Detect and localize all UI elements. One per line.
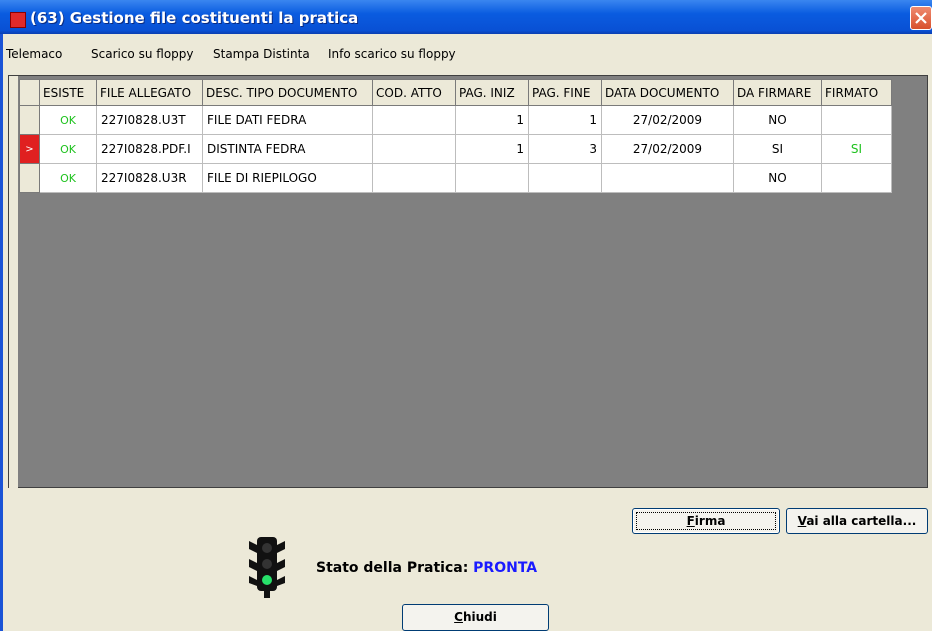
cell-da-firmare[interactable]: NO [733,105,822,135]
cell-esiste[interactable]: OK [39,105,97,135]
title-bar[interactable]: (63) Gestione file costituenti la pratic… [0,0,932,34]
window-title: (63) Gestione file costituenti la pratic… [30,9,359,27]
vai-alla-cartella-button[interactable]: Vai alla cartella... [786,508,928,534]
cell-data[interactable]: 27/02/2009 [601,105,734,135]
cell-desc[interactable]: DISTINTA FEDRA [202,134,373,164]
traffic-light-icon [249,537,285,598]
col-firmato[interactable]: FIRMATO [821,79,892,106]
cell-cod[interactable] [372,163,456,193]
files-grid[interactable]: ESISTE FILE ALLEGATO DESC. TIPO DOCUMENT… [8,75,928,488]
vai-label: ai alla cartella... [806,514,917,528]
files-table[interactable]: ESISTE FILE ALLEGATO DESC. TIPO DOCUMENT… [19,79,892,193]
col-desc-tipo[interactable]: DESC. TIPO DOCUMENTO [202,79,373,106]
grid-gutter [9,76,18,488]
cell-desc[interactable]: FILE DATI FEDRA [202,105,373,135]
chiudi-mnemonic: C [454,610,463,624]
col-pag-fine[interactable]: PAG. FINE [528,79,602,106]
header-indicator [19,79,40,106]
table-header: ESISTE FILE ALLEGATO DESC. TIPO DOCUMENT… [19,79,892,106]
table-row[interactable]: > OK 227I0828.PDF.I DISTINTA FEDRA 1 3 2… [19,134,892,164]
status-value: PRONTA [473,560,538,576]
menu-info-scarico[interactable]: Info scarico su floppy [328,47,456,61]
cell-pag-fine[interactable] [528,163,602,193]
menu-bar: Telemaco Scarico su floppy Stampa Distin… [0,44,932,64]
cell-cod[interactable] [372,134,456,164]
status-label: Stato della Pratica: [316,560,469,576]
cell-data[interactable] [601,163,734,193]
table-row[interactable]: OK 227I0828.U3T FILE DATI FEDRA 1 1 27/0… [19,105,892,135]
cell-pag-iniz[interactable] [455,163,529,193]
chiudi-label: hiudi [462,610,497,624]
row-indicator [19,163,40,193]
cell-firmato[interactable] [821,163,892,193]
close-button[interactable] [910,6,932,30]
col-cod-atto[interactable]: COD. ATTO [372,79,456,106]
cell-firmato[interactable] [821,105,892,135]
menu-scarico-floppy[interactable]: Scarico su floppy [91,47,194,61]
menu-telemaco[interactable]: Telemaco [6,47,62,61]
row-indicator: > [19,134,40,164]
col-esiste[interactable]: ESISTE [39,79,97,106]
cell-da-firmare[interactable]: SI [733,134,822,164]
main-window: (63) Gestione file costituenti la pratic… [0,0,932,631]
cell-esiste[interactable]: OK [39,163,97,193]
window-border [0,34,3,631]
cell-data[interactable]: 27/02/2009 [601,134,734,164]
cell-desc[interactable]: FILE DI RIEPILOGO [202,163,373,193]
row-indicator [19,105,40,135]
close-icon [915,12,927,24]
cell-da-firmare[interactable]: NO [733,163,822,193]
table-row[interactable]: OK 227I0828.U3R FILE DI RIEPILOGO NO [19,163,892,193]
cell-file[interactable]: 227I0828.PDF.I [96,134,203,164]
col-da-firmare[interactable]: DA FIRMARE [733,79,822,106]
col-pag-iniz[interactable]: PAG. INIZ [455,79,529,106]
cell-pag-iniz[interactable]: 1 [455,134,529,164]
cell-pag-fine[interactable]: 1 [528,105,602,135]
cell-pag-iniz[interactable]: 1 [455,105,529,135]
menu-stampa-distinta[interactable]: Stampa Distinta [213,47,310,61]
status-pratica: Stato della Pratica: PRONTA [316,560,537,576]
cell-pag-fine[interactable]: 3 [528,134,602,164]
cell-cod[interactable] [372,105,456,135]
col-file-allegato[interactable]: FILE ALLEGATO [96,79,203,106]
cell-esiste[interactable]: OK [39,134,97,164]
firma-button[interactable]: Firma [632,508,780,534]
focus-rect [636,512,776,530]
cell-file[interactable]: 227I0828.U3R [96,163,203,193]
cell-file[interactable]: 227I0828.U3T [96,105,203,135]
col-data-documento[interactable]: DATA DOCUMENTO [601,79,734,106]
chiudi-button[interactable]: Chiudi [402,604,549,631]
cell-firmato[interactable]: SI [821,134,892,164]
app-icon [10,12,26,28]
